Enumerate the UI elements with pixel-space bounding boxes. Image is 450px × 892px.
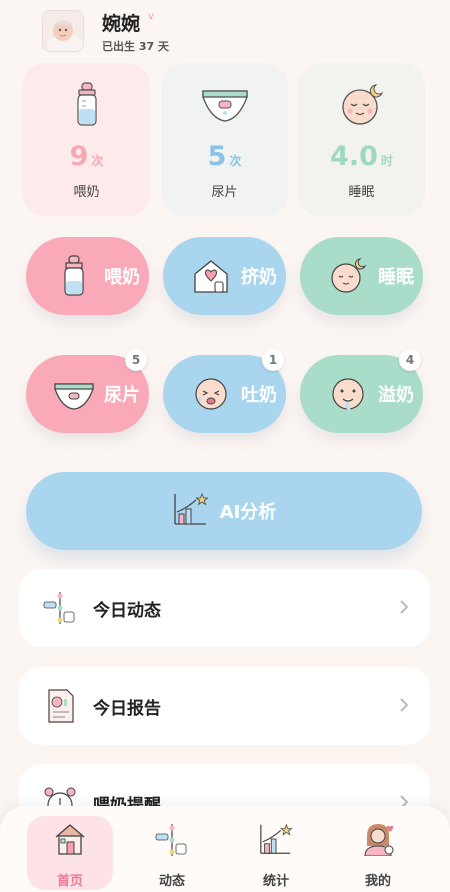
gender-icon: v [148, 11, 154, 22]
nav-stats[interactable]: 统计 [233, 816, 319, 890]
spit-up-baby-icon [326, 372, 370, 416]
home-icon [27, 822, 113, 862]
baby-name[interactable]: 婉婉 [102, 9, 140, 36]
chevron-right-icon [400, 697, 409, 716]
stat-card-diaper[interactable]: 5次 尿片 [161, 63, 288, 216]
bottom-nav: 首页 动态 统计 我的 [0, 806, 450, 892]
feed-button-label: 喂奶 [104, 267, 140, 288]
baby-avatar[interactable] [42, 10, 84, 52]
nav-home-label: 首页 [56, 874, 83, 889]
pump-button[interactable]: 挤奶 [163, 237, 286, 315]
diaper-icon [52, 372, 96, 416]
chart-icon [172, 492, 210, 530]
timeline-icon [43, 590, 77, 626]
diaper-button-label: 尿片 [104, 385, 140, 406]
spit-up-count-badge: 1 [262, 349, 284, 371]
chevron-right-icon [400, 599, 409, 618]
ai-analysis-button[interactable]: AI分析 [26, 472, 422, 550]
diaper-button[interactable]: 尿片 5 [26, 349, 149, 433]
sleep-unit: 时 [380, 154, 393, 168]
sleep-label: 睡眠 [348, 185, 375, 200]
report-icon [43, 688, 77, 724]
today-report-label: 今日报告 [93, 698, 161, 719]
header: 婉婉 v 已出生 37 天 [0, 0, 450, 60]
crying-baby-icon [189, 372, 233, 416]
feeding-label: 喂奶 [73, 185, 100, 200]
diaper-count: 5 [207, 141, 227, 172]
chart-icon [233, 822, 319, 862]
sleep-button-label: 睡眠 [378, 267, 414, 288]
list-item-today-activity[interactable]: 今日动态 [19, 569, 430, 647]
nav-profile-label: 我的 [364, 874, 391, 889]
profile-icon [335, 822, 421, 862]
diaper-icon [161, 81, 288, 129]
overflow-button-label: 溢奶 [378, 385, 414, 406]
stat-card-sleep[interactable]: 4.0 时 睡眠 [298, 63, 425, 216]
bottle-icon [23, 81, 150, 129]
feeding-unit: 次 [91, 154, 104, 168]
baby-age: 已出生 37 天 [102, 40, 169, 53]
diaper-count-badge: 5 [125, 349, 147, 371]
ai-analysis-label: AI分析 [219, 502, 277, 523]
sleeping-baby-icon [298, 81, 425, 129]
overflow-count-badge: 4 [399, 349, 421, 371]
sleep-hours: 4.0 [330, 141, 378, 172]
timeline-icon [129, 822, 215, 862]
nav-stats-label: 统计 [262, 874, 289, 889]
diaper-label: 尿片 [211, 185, 238, 200]
stat-card-feeding[interactable]: 9次 喂奶 [23, 63, 150, 216]
sleep-button[interactable]: 睡眠 [300, 237, 423, 315]
bottle-icon [52, 254, 96, 298]
sleeping-baby-icon [326, 254, 370, 298]
spit-up-button-label: 吐奶 [241, 385, 277, 406]
pump-button-label: 挤奶 [241, 267, 277, 288]
feeding-count: 9 [69, 141, 89, 172]
nav-home[interactable]: 首页 [27, 816, 113, 890]
feed-button[interactable]: 喂奶 [26, 237, 149, 315]
nav-activity-label: 动态 [158, 874, 185, 889]
overflow-button[interactable]: 溢奶 4 [300, 349, 423, 433]
pump-house-icon [189, 254, 233, 298]
nav-activity[interactable]: 动态 [129, 816, 215, 890]
today-activity-label: 今日动态 [93, 600, 161, 621]
list-item-today-report[interactable]: 今日报告 [19, 667, 430, 745]
nav-profile[interactable]: 我的 [335, 816, 421, 890]
spit-up-button[interactable]: 吐奶 1 [163, 349, 286, 433]
diaper-unit: 次 [229, 154, 242, 168]
